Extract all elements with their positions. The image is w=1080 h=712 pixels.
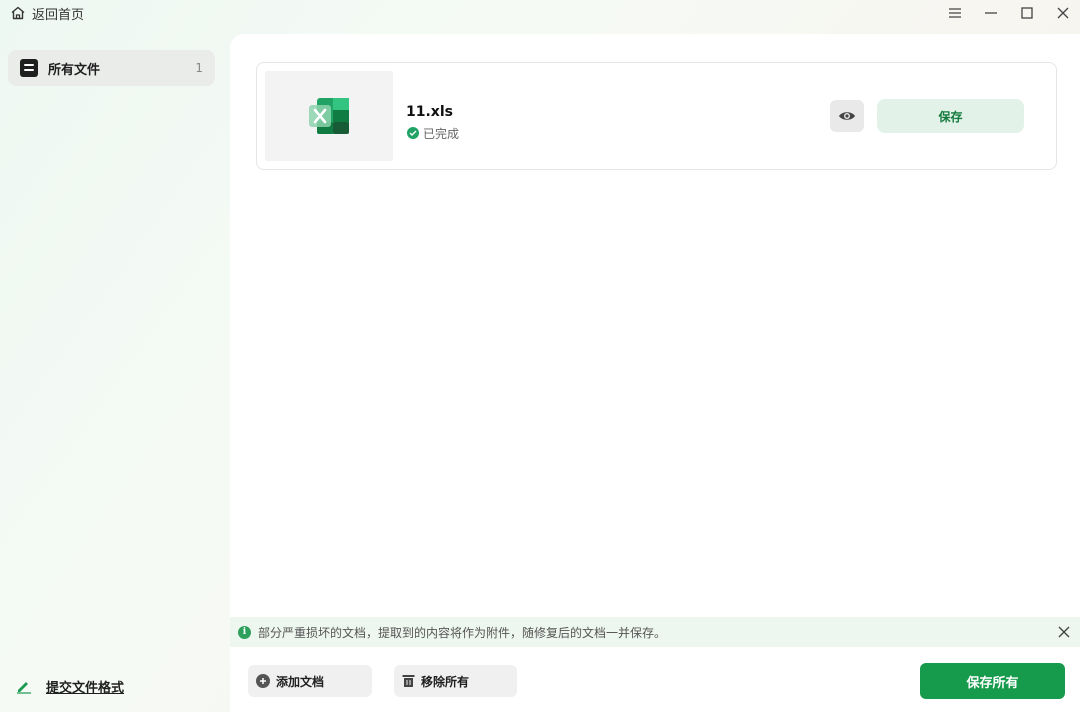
pencil-icon [17,682,31,694]
check-circle-icon [407,127,419,139]
remove-all-label: 移除所有 [421,674,470,689]
title-bar: 返回首页 [0,0,1080,28]
hamburger-menu-icon [949,8,961,18]
submit-file-format-label: 提交文件格式 [46,680,125,696]
eye-icon [839,112,855,120]
file-card: 11.xls 已完成 保存 [256,62,1057,170]
back-home-button[interactable]: 返回首页 [10,3,84,23]
sidebar-item-all-files[interactable]: 所有文件 1 [8,50,215,86]
home-icon [11,6,25,20]
document-list-icon [20,59,38,77]
info-banner: i 部分严重损坏的文档，提取到的内容将作为附件，随修复后的文档一并保存。 [230,617,1080,647]
preview-button[interactable] [830,100,864,132]
close-icon [1057,7,1069,19]
info-icon: i [238,625,251,639]
close-icon [1058,626,1070,638]
remove-all-button[interactable]: 移除所有 [394,665,517,697]
file-status: 已完成 [407,125,459,141]
file-name: 11.xls [406,104,453,120]
file-thumbnail [265,71,393,161]
sidebar-item-label: 所有文件 [48,62,101,78]
close-banner-button[interactable] [1056,624,1072,640]
add-document-label: 添加文档 [276,674,325,689]
back-home-label: 返回首页 [32,7,85,23]
plus-circle-icon [256,674,270,688]
save-all-button[interactable]: 保存所有 [920,663,1065,699]
add-document-button[interactable]: 添加文档 [248,665,372,697]
main-panel: 11.xls 已完成 保存 i 部分严重损坏的文档，提取到的内容将作为附件，随修… [230,34,1080,712]
close-window-button[interactable] [1054,4,1072,22]
maximize-button[interactable] [1018,4,1036,22]
maximize-icon [1021,7,1033,19]
minimize-icon [985,12,997,14]
save-button[interactable]: 保存 [877,99,1024,133]
excel-file-icon [309,98,349,134]
window-controls [946,2,1072,24]
submit-file-format-link[interactable]: 提交文件格式 [16,676,124,696]
menu-button[interactable] [946,4,964,22]
file-status-text: 已完成 [423,126,460,141]
sidebar-item-count: 1 [195,61,203,75]
info-banner-text: 部分严重损坏的文档，提取到的内容将作为附件，随修复后的文档一并保存。 [258,625,667,640]
trash-icon [402,675,415,687]
minimize-button[interactable] [982,4,1000,22]
